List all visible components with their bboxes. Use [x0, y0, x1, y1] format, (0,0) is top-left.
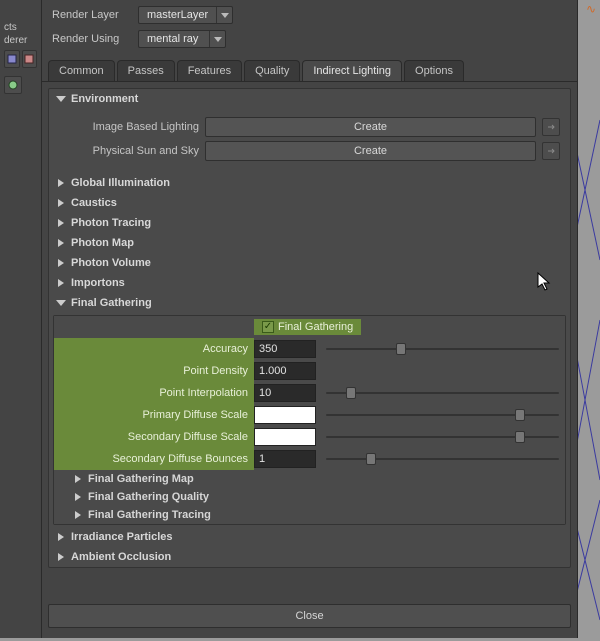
expand-right-icon	[55, 199, 67, 207]
leftstrip-label2: derer	[0, 33, 41, 46]
section-environment-header[interactable]: Environment	[49, 89, 570, 109]
expand-right-icon	[55, 219, 67, 227]
tab-bar: Common Passes Features Quality Indirect …	[42, 60, 577, 82]
render-layer-dropdown[interactable]: masterLayer	[138, 6, 233, 24]
primary-diffuse-swatch[interactable]	[254, 406, 316, 424]
secondary-bounces-label: Secondary Diffuse Bounces	[54, 448, 254, 470]
section-fg-tracing[interactable]: Final Gathering Tracing	[54, 506, 565, 524]
section-photon-volume[interactable]: Photon Volume	[49, 253, 570, 273]
section-final-gathering[interactable]: Final Gathering	[49, 293, 570, 313]
section-importons[interactable]: Importons	[49, 273, 570, 293]
chevron-down-icon	[209, 31, 225, 47]
toolbar-icon-1[interactable]	[4, 50, 20, 68]
render-layer-label: Render Layer	[52, 9, 132, 21]
ibl-create-button[interactable]: Create	[205, 117, 536, 137]
expand-right-icon	[55, 533, 67, 541]
accuracy-label: Accuracy	[54, 338, 254, 360]
checkbox-icon	[262, 321, 274, 333]
tab-quality[interactable]: Quality	[244, 60, 300, 81]
expand-right-icon	[72, 511, 84, 519]
tab-indirect-lighting[interactable]: Indirect Lighting	[302, 60, 402, 81]
point-density-label: Point Density	[54, 360, 254, 382]
render-using-label: Render Using	[52, 33, 132, 45]
section-photon-map[interactable]: Photon Map	[49, 233, 570, 253]
primary-diffuse-slider[interactable]	[316, 406, 565, 424]
section-fg-quality[interactable]: Final Gathering Quality	[54, 488, 565, 506]
expand-right-icon	[72, 475, 84, 483]
secondary-bounces-slider[interactable]	[316, 450, 565, 468]
expand-right-icon	[55, 179, 67, 187]
secondary-diffuse-slider[interactable]	[316, 428, 565, 446]
secondary-bounces-input[interactable]	[254, 450, 316, 468]
expand-right-icon	[55, 239, 67, 247]
leftstrip-label1: cts	[0, 0, 41, 33]
section-ao[interactable]: Ambient Occlusion	[49, 547, 570, 567]
section-photon-volume-title: Photon Volume	[71, 257, 151, 269]
ibl-connect-icon[interactable]	[542, 118, 560, 136]
section-caustics-title: Caustics	[71, 197, 117, 209]
toolbar-icon-3[interactable]	[4, 76, 22, 94]
section-final-gathering-title: Final Gathering	[71, 297, 152, 309]
accuracy-slider[interactable]	[316, 340, 565, 358]
secondary-diffuse-swatch[interactable]	[254, 428, 316, 446]
sunsky-label: Physical Sun and Sky	[59, 145, 199, 157]
expand-right-icon	[55, 259, 67, 267]
section-photon-tracing-title: Photon Tracing	[71, 217, 151, 229]
section-fg-tracing-title: Final Gathering Tracing	[88, 509, 211, 521]
tab-features[interactable]: Features	[177, 60, 242, 81]
point-interp-label: Point Interpolation	[54, 382, 254, 404]
expand-down-icon	[55, 300, 67, 306]
section-irradiance-title: Irradiance Particles	[71, 531, 173, 543]
section-fg-quality-title: Final Gathering Quality	[88, 491, 209, 503]
ibl-label: Image Based Lighting	[59, 121, 199, 133]
section-photon-tracing[interactable]: Photon Tracing	[49, 213, 570, 233]
primary-diffuse-label: Primary Diffuse Scale	[54, 404, 254, 426]
sunsky-connect-icon[interactable]	[542, 142, 560, 160]
section-environment-title: Environment	[71, 93, 138, 105]
section-caustics[interactable]: Caustics	[49, 193, 570, 213]
section-gi-title: Global Illumination	[71, 177, 170, 189]
section-ao-title: Ambient Occlusion	[71, 551, 171, 563]
point-density-input[interactable]	[254, 362, 316, 380]
section-importons-title: Importons	[71, 277, 125, 289]
tab-common[interactable]: Common	[48, 60, 115, 81]
section-irradiance[interactable]: Irradiance Particles	[49, 527, 570, 547]
waveform-icon: ∿	[586, 2, 596, 16]
expand-right-icon	[55, 279, 67, 287]
tab-options[interactable]: Options	[404, 60, 464, 81]
section-fg-map[interactable]: Final Gathering Map	[54, 470, 565, 488]
expand-right-icon	[72, 493, 84, 501]
section-gi[interactable]: Global Illumination	[49, 173, 570, 193]
expand-right-icon	[55, 553, 67, 561]
section-fg-map-title: Final Gathering Map	[88, 473, 194, 485]
chevron-down-icon	[216, 7, 232, 23]
accuracy-input[interactable]	[254, 340, 316, 358]
expand-down-icon	[55, 96, 67, 102]
render-layer-value: masterLayer	[139, 7, 216, 23]
point-interp-input[interactable]	[254, 384, 316, 402]
render-using-dropdown[interactable]: mental ray	[138, 30, 226, 48]
final-gathering-checkbox[interactable]: Final Gathering	[254, 319, 361, 335]
secondary-diffuse-label: Secondary Diffuse Scale	[54, 426, 254, 448]
close-button[interactable]: Close	[48, 604, 571, 628]
sunsky-create-button[interactable]: Create	[205, 141, 536, 161]
final-gathering-checkbox-label: Final Gathering	[278, 321, 353, 333]
section-photon-map-title: Photon Map	[71, 237, 134, 249]
toolbar-icon-2[interactable]	[22, 50, 38, 68]
point-interp-slider[interactable]	[316, 384, 565, 402]
render-using-value: mental ray	[139, 31, 209, 47]
tab-passes[interactable]: Passes	[117, 60, 175, 81]
